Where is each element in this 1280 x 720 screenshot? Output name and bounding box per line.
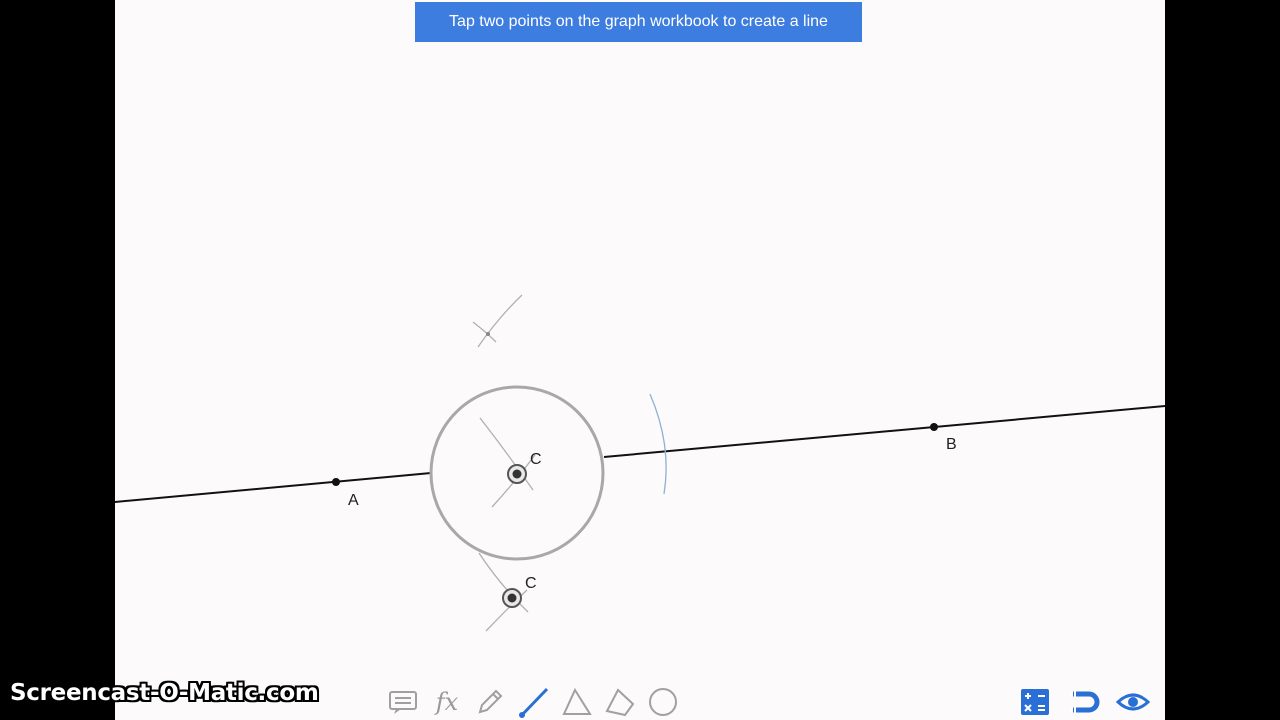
snap-tool[interactable] [1067, 684, 1103, 720]
magnet-icon [1070, 691, 1100, 713]
visibility-tool[interactable] [1115, 684, 1151, 720]
fx-icon: fx [435, 688, 459, 716]
upper-arc-1 [477, 294, 523, 348]
point-b[interactable] [930, 423, 938, 431]
screencast-watermark: Screencast-O-Matic.com [10, 680, 319, 706]
circle-icon [649, 688, 677, 716]
circle-tool[interactable] [645, 684, 681, 720]
point-b-label: B [946, 436, 957, 453]
line-ab-left-segment[interactable] [114, 472, 432, 503]
triangle-tool[interactable] [559, 684, 595, 720]
upper-intersection-point[interactable] [486, 332, 490, 336]
point-c-lower[interactable] [507, 593, 517, 603]
point-c-center[interactable] [512, 469, 522, 479]
line-tool[interactable] [516, 684, 552, 720]
upper-arc-2 [472, 321, 497, 343]
point-a[interactable] [332, 478, 340, 486]
calculator-icon [1021, 689, 1049, 715]
point-a-label: A [348, 492, 359, 509]
geometry-layer: A B C C [114, 294, 1166, 632]
point-c-center-label: C [530, 451, 542, 468]
line-tool-icon [519, 687, 549, 718]
polygon-icon [605, 688, 635, 717]
pencil-tool[interactable] [472, 684, 508, 720]
calculator-tool[interactable] [1017, 684, 1053, 720]
comment-icon [389, 691, 417, 714]
polygon-tool[interactable] [602, 684, 638, 720]
function-tool[interactable]: fx [429, 684, 465, 720]
line-ab-right-segment[interactable] [603, 405, 1166, 458]
pencil-icon [478, 689, 503, 714]
point-c-lower-label: C [525, 575, 537, 592]
eye-icon [1116, 693, 1150, 711]
right-construction-arc [649, 393, 667, 495]
comment-tool[interactable] [385, 684, 421, 720]
triangle-icon [562, 687, 592, 715]
